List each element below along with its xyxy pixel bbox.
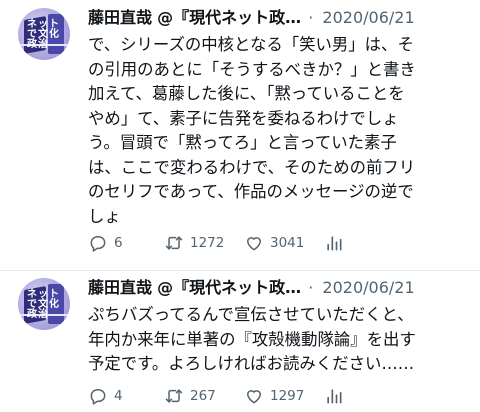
tweet-actions: 6 1272 3041 (88, 232, 468, 254)
views-icon (327, 236, 342, 251)
separator-dot: · (308, 278, 314, 297)
retweet-count: 1272 (190, 235, 225, 251)
avatar-text: ネットで文化政治 (27, 289, 60, 320)
like-button[interactable]: 3041 (244, 232, 304, 254)
tweet[interactable]: ネットで文化政治 藤田直哉 @『現代ネット政… · 2020/06/21 で、シ… (0, 0, 480, 270)
tweet-text-line: ぷちバズってるんで宣伝させていただくと、 (88, 305, 414, 324)
tweet[interactable]: ネットで文化政治 藤田直哉 @『現代ネット政… · 2020/06/21 ぷちバ… (0, 270, 480, 412)
views-button[interactable] (324, 232, 350, 254)
retweet-button[interactable]: 1272 (164, 232, 224, 254)
author-handle[interactable]: @『現代ネット政… (157, 278, 301, 297)
author-handle[interactable]: @『現代ネット政… (157, 8, 301, 27)
views-button[interactable] (324, 385, 350, 407)
like-icon (247, 390, 261, 404)
like-count: 3041 (270, 235, 305, 251)
retweet-count: 267 (190, 388, 216, 404)
tweet-text-line: のセリフであって、作品のメッセージの逆で (88, 182, 414, 201)
tweet-text-line: は、ここで変わるわけで、そのための前フリ (88, 157, 416, 177)
like-icon (247, 237, 261, 251)
tweet-text-line: 予定です。よろしければお読みください…… (88, 354, 415, 373)
reply-button[interactable]: 6 (88, 232, 123, 254)
tweet-date[interactable]: 2020/06/21 (322, 278, 414, 297)
reply-button[interactable]: 4 (88, 385, 123, 407)
avatar-text: ネットで文化政治 (27, 19, 60, 50)
tweet-header: 藤田直哉 @『現代ネット政… · 2020/06/21 (88, 277, 480, 299)
author-name[interactable]: 藤田直哉 (88, 278, 152, 297)
like-count: 1297 (270, 388, 305, 404)
tweet-text-line: やめ」て、素子に告発を委ねるわけでしょ (88, 108, 399, 128)
avatar[interactable]: ネットで文化政治 (18, 8, 70, 60)
like-button[interactable]: 1297 (244, 385, 304, 407)
author-name[interactable]: 藤田直哉 (88, 8, 152, 27)
separator-dot: · (308, 8, 314, 27)
avatar[interactable]: ネットで文化政治 (18, 278, 70, 330)
views-icon (327, 389, 342, 404)
tweet-actions: 4 267 1297 (88, 385, 468, 407)
reply-icon (90, 389, 106, 405)
tweet-text-line: 年内か来年に単著の『攻殻機動隊論』を出す (88, 329, 416, 349)
tweet-text-line: う。冒頭で「黙ってろ」と言っていた素子 (88, 133, 397, 152)
tweet-header: 藤田直哉 @『現代ネット政… · 2020/06/21 (88, 7, 480, 29)
tweet-text-line: 加えて、葛藤した後に、「黙っていることを (88, 84, 405, 103)
reply-count: 4 (114, 388, 123, 404)
retweet-button[interactable]: 267 (164, 385, 216, 407)
reply-icon (90, 236, 106, 252)
tweet-text-line: しょ (88, 206, 121, 226)
tweet-text: ぷちバズってるんで宣伝させていただくと、 年内か来年に単著の『攻殻機動隊論』を出… (88, 303, 473, 377)
tweet-text-line: で、シリーズの中核となる「笑い男」は、そ (88, 35, 414, 54)
retweet-icon (165, 236, 183, 250)
reply-count: 6 (114, 235, 123, 251)
retweet-icon (165, 389, 183, 403)
tweet-date[interactable]: 2020/06/21 (322, 8, 414, 27)
tweet-text-line: の引用のあとに「そうするべきか？」と書き (88, 59, 416, 79)
tweet-text: で、シリーズの中核となる「笑い男」は、そ の引用のあとに「そうするべきか？」と書… (88, 33, 473, 229)
